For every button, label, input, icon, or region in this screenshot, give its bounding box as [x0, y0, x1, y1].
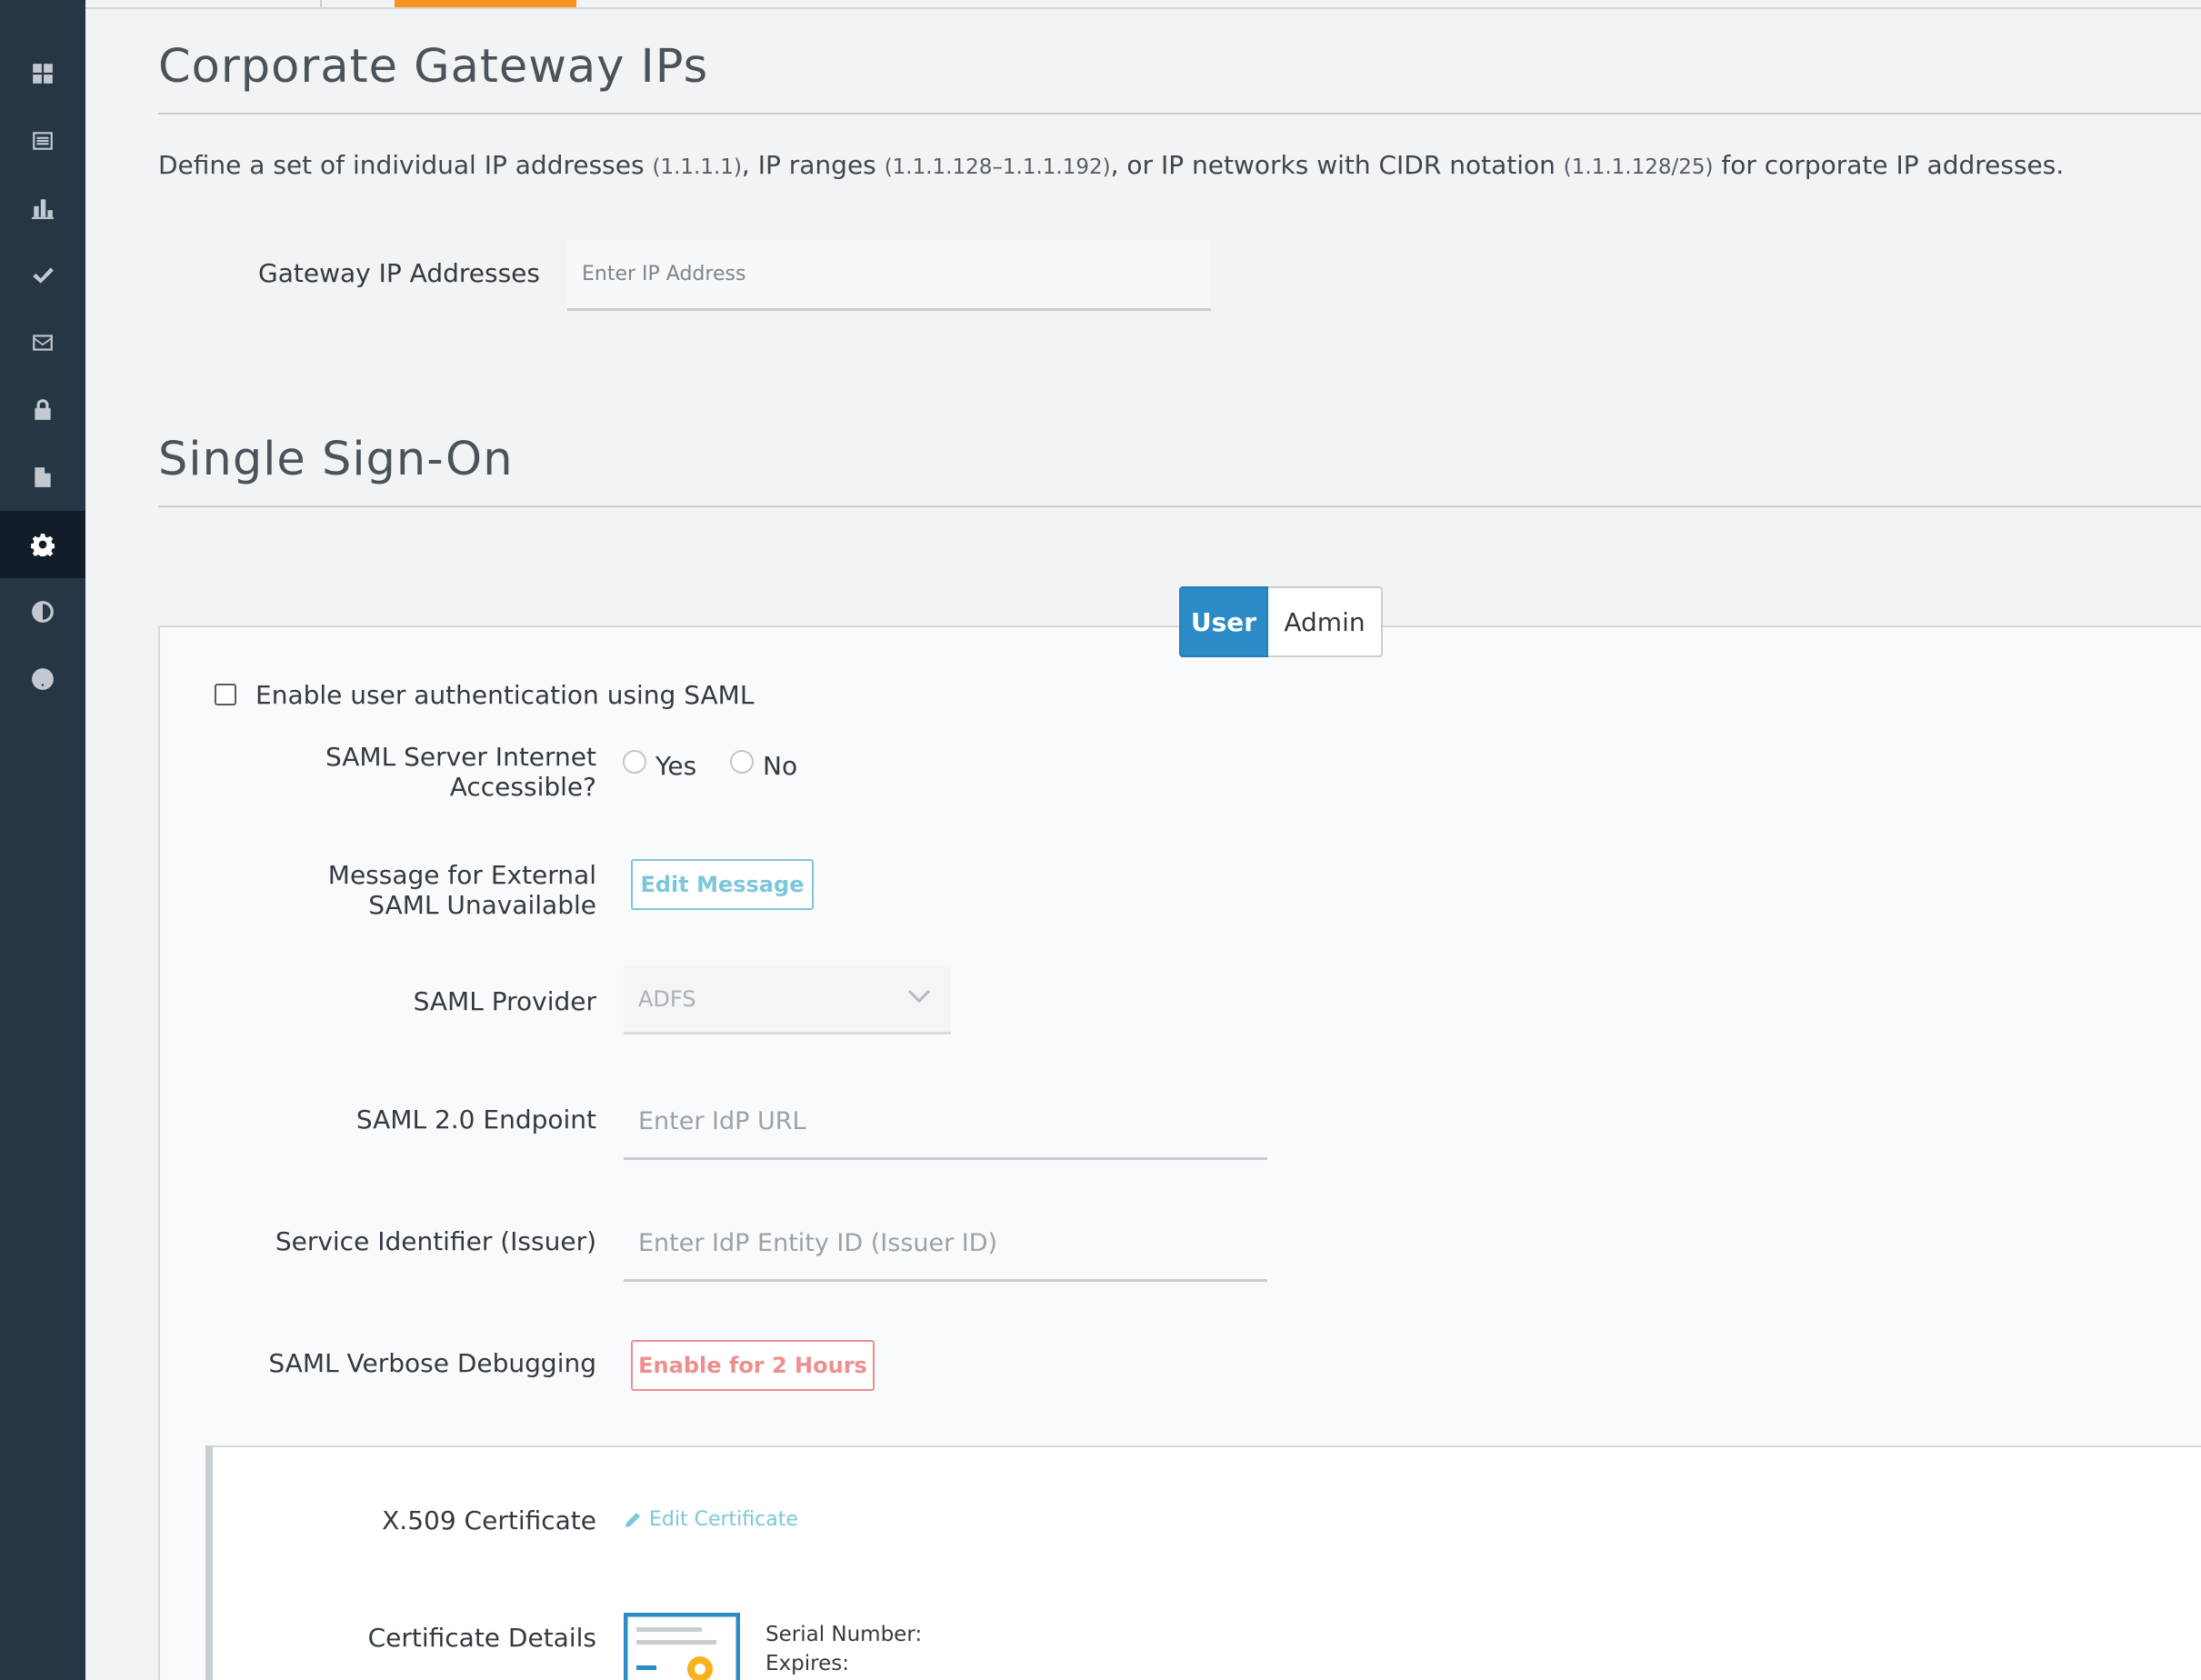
dashboard-icon: [33, 64, 53, 84]
external-message-label-line2: SAML Unavailable: [368, 890, 596, 920]
radio-no-label: No: [763, 751, 798, 781]
chevron-down-icon: [907, 989, 931, 1004]
tab-user[interactable]: User: [1179, 586, 1268, 657]
desc-text-4: for corporate IP addresses.: [1721, 150, 2065, 180]
verbose-debugging-label: SAML Verbose Debugging: [268, 1348, 596, 1378]
radio-yes-label: Yes: [655, 751, 697, 781]
saml-endpoint-label: SAML 2.0 Endpoint: [355, 1105, 596, 1135]
sidebar-item-tasks[interactable]: [0, 242, 85, 309]
tab-divider: [320, 0, 322, 7]
sidebar-item-security[interactable]: [0, 376, 85, 444]
tab-admin[interactable]: Admin: [1268, 586, 1383, 657]
desc-text-3: , or IP networks with CIDR notation: [1110, 150, 1556, 180]
desc-text-2: , IP ranges: [741, 150, 876, 180]
certificate-icon: [624, 1613, 740, 1680]
enable-saml-label: Enable user authentication using SAML: [255, 680, 755, 710]
internet-accessible-label-line1: SAML Server Internet: [325, 742, 596, 772]
radio-no[interactable]: [730, 750, 754, 774]
gateway-section-title: Corporate Gateway IPs: [158, 40, 709, 94]
list-icon: [33, 132, 53, 150]
external-message-label: Message for External SAML Unavailable: [328, 860, 596, 920]
contrast-icon: [32, 601, 54, 623]
edit-certificate-label: Edit Certificate: [649, 1508, 798, 1531]
sidebar-item-dashboard[interactable]: [0, 40, 85, 107]
check-icon: [33, 267, 54, 284]
sidebar-item-help[interactable]: [0, 645, 85, 713]
saml-provider-select[interactable]: ADFS: [624, 965, 951, 1035]
document-icon: [35, 467, 51, 487]
expires-label: Expires:: [765, 1652, 849, 1675]
sidebar-item-reports[interactable]: [0, 175, 85, 242]
edit-message-button[interactable]: Edit Message: [631, 859, 814, 910]
enable-saml-checkbox[interactable]: [215, 684, 236, 705]
certificate-details-label: Certificate Details: [367, 1623, 596, 1653]
sso-section-title: Single Sign-On: [158, 433, 514, 486]
saml-endpoint-input[interactable]: [624, 1085, 1267, 1160]
sso-role-toggle: User Admin: [1179, 586, 1383, 657]
gateway-description: Define a set of individual IP addresses …: [158, 150, 2064, 180]
external-message-label-line1: Message for External: [327, 860, 596, 890]
sidebar-item-documents[interactable]: [0, 444, 85, 511]
sidebar-item-list[interactable]: [0, 107, 85, 175]
gateway-divider: [158, 113, 2201, 115]
sso-divider: [158, 505, 2201, 507]
saml-provider-value: ADFS: [638, 985, 696, 1012]
desc-example-range: (1.1.1.128–1.1.1.192): [884, 155, 1111, 179]
internet-accessible-label-line2: Accessible?: [449, 772, 596, 802]
top-tab-bar: [85, 0, 2201, 9]
sidebar-item-mail[interactable]: [0, 309, 85, 376]
gateway-ip-label: Gateway IP Addresses: [258, 258, 540, 288]
x509-certificate-label: X.509 Certificate: [382, 1505, 596, 1535]
gateway-ip-input[interactable]: [567, 240, 1211, 311]
internet-accessible-label: SAML Server Internet Accessible?: [325, 742, 596, 802]
lock-icon: [35, 399, 51, 420]
sidebar-item-appearance[interactable]: [0, 578, 85, 645]
pencil-icon: [625, 1512, 640, 1527]
service-identifier-label: Service Identifier (Issuer): [275, 1226, 596, 1256]
sidebar-item-settings[interactable]: [0, 511, 85, 578]
desc-text-1: Define a set of individual IP addresses: [158, 150, 645, 180]
chart-icon: [32, 199, 54, 219]
help-icon: [32, 668, 54, 690]
desc-example-cidr: (1.1.1.128/25): [1563, 155, 1714, 179]
serial-number-label: Serial Number:: [765, 1623, 923, 1646]
service-identifier-input[interactable]: [624, 1207, 1267, 1282]
edit-certificate-link[interactable]: Edit Certificate: [624, 1508, 798, 1531]
saml-provider-label: SAML Provider: [413, 986, 596, 1016]
radio-yes[interactable]: [623, 750, 646, 774]
mail-icon: [33, 335, 53, 351]
gear-icon: [31, 534, 55, 556]
enable-debugging-button[interactable]: Enable for 2 Hours: [631, 1340, 875, 1391]
desc-example-ip: (1.1.1.1): [652, 155, 742, 179]
active-tab-indicator: [395, 0, 576, 7]
sidebar: [0, 0, 85, 1680]
